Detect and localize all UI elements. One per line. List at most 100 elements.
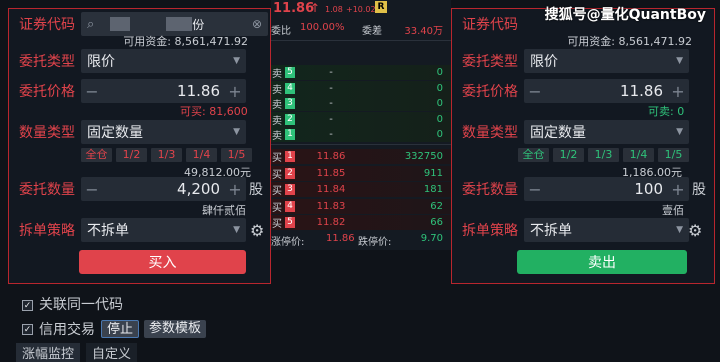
side-label: 买 [272,186,282,197]
split-value: 不拆单 [530,223,572,239]
order-type-value: 限价 [87,54,115,70]
buy-price[interactable]: 11.82 [301,217,361,228]
sell-level-row[interactable]: 卖5- 0 [271,65,451,80]
sell-level-row[interactable]: 卖4- 0 [271,80,451,96]
increase-price-button[interactable]: + [671,82,685,101]
fraction-half-button[interactable]: 1/2 [116,148,147,162]
qty-unit: 股 [692,182,706,198]
chevron-down-icon: ▼ [676,127,683,137]
price-stepper[interactable]: − 11.86 + [81,79,246,103]
sell-price[interactable]: - [301,114,361,125]
fraction-all-button[interactable]: 全仓 [518,148,549,162]
tab-custom[interactable]: 自定义 [86,343,138,362]
buy-level-row[interactable]: 买 5 11.82 66 [271,215,451,230]
increase-qty-button[interactable]: + [671,180,685,199]
limit-down-label: 跌停价: [358,237,392,248]
sell-level-row[interactable]: 卖3- 0 [271,96,451,111]
price-stepper[interactable]: − 11.86 + [524,79,689,103]
code-label: 证券代码 [19,17,75,33]
fraction-third-button[interactable]: 1/3 [588,148,619,162]
credit-option[interactable]: ✓ 信用交易 停止 参数模板 [22,319,207,339]
can-buy: 可买: 81,600 [180,105,248,118]
split-strategy-select[interactable]: 不拆单 ▼ [81,218,246,242]
decrease-price-button[interactable]: − [85,82,99,101]
order-type-select[interactable]: 限价 ▼ [524,49,689,73]
buy-volume: 62 [430,200,443,212]
side-label: 买 [272,169,282,181]
qty-unit: 股 [249,182,263,198]
buy-level-row[interactable]: 买 4 11.83 62 [271,198,451,214]
price-value[interactable]: 11.86 [99,82,228,100]
sell-price[interactable]: - [301,98,361,109]
fraction-fifth-button[interactable]: 1/5 [221,148,252,162]
tab-gain-monitor[interactable]: 涨幅监控 [16,343,81,362]
decrease-qty-button[interactable]: − [528,180,542,199]
fraction-buttons: 全仓 1/2 1/3 1/4 1/5 [518,148,689,162]
qty-value[interactable]: 4,200 [99,180,228,198]
available-funds: 可用资金: 8,561,471.92 [123,35,248,48]
qty-stepper[interactable]: − 4,200 + [81,177,246,201]
increase-qty-button[interactable]: + [228,180,242,199]
buy-price[interactable]: 11.86 [301,151,361,162]
checkbox-icon[interactable]: ✓ [22,323,33,335]
sell-price[interactable]: - [301,67,361,78]
gear-icon[interactable]: ⚙ [250,221,264,240]
qty-stepper[interactable]: − 100 + [524,177,689,201]
sell-button[interactable]: 卖出 [517,250,687,274]
order-type-select[interactable]: 限价 ▼ [81,49,246,73]
price-value[interactable]: 11.86 [542,82,671,100]
buy-volume: 911 [423,167,443,179]
fraction-fifth-button[interactable]: 1/5 [658,148,689,162]
buy-price[interactable]: 11.84 [301,184,361,195]
decrease-price-button[interactable]: − [528,82,542,101]
split-strategy-select[interactable]: 不拆单 ▼ [524,218,689,242]
qty-value[interactable]: 100 [542,180,671,198]
fraction-all-button[interactable]: 全仓 [81,148,112,162]
fraction-quarter-button[interactable]: 1/4 [186,148,217,162]
decrease-qty-button[interactable]: − [85,180,99,199]
code-label: 证券代码 [462,17,518,33]
up-arrow-icon: ↑ [310,1,321,15]
sell-level-row[interactable]: 卖2- 0 [271,111,451,127]
qty-type-label: 数量类型 [19,125,75,141]
buy-price[interactable]: 11.83 [301,201,361,212]
last-price: 11.86 [273,1,315,16]
price-label: 委托价格 [462,84,518,100]
sell-level-row[interactable]: 卖1- 0 [271,127,451,142]
buy-level-row[interactable]: 买 3 11.84 181 [271,182,451,197]
sell-price[interactable]: - [301,83,361,94]
stop-button[interactable]: 停止 [101,320,140,338]
param-template-button[interactable]: 参数模板 [144,320,207,338]
r-badge: R [375,1,387,13]
sell-price[interactable]: - [301,129,361,140]
level-badge: 2 [285,113,295,125]
gear-icon[interactable]: ⚙ [688,221,702,240]
qty-type-select[interactable]: 固定数量 ▼ [81,120,246,144]
qty-type-label: 数量类型 [462,125,518,141]
sell-volume: 0 [436,113,443,125]
buy-price[interactable]: 11.85 [301,168,361,179]
side-label: 买 [272,202,282,214]
chevron-down-icon: ▼ [676,225,683,235]
sell-volume: 0 [436,82,443,94]
side-label: 买 [272,219,282,230]
level-badge: 2 [285,167,295,179]
clear-icon[interactable]: ⊗ [252,17,262,31]
link-code-option[interactable]: ✓ 关联同一代码 [22,294,123,314]
price-change: 1.08 [325,5,343,14]
qty-type-select[interactable]: 固定数量 ▼ [524,120,689,144]
checkbox-icon[interactable]: ✓ [22,299,33,311]
increase-price-button[interactable]: + [228,82,242,101]
fraction-third-button[interactable]: 1/3 [151,148,182,162]
buy-button[interactable]: 买入 [79,250,246,274]
buy-level-row[interactable]: 买 1 11.86 332750 [271,149,451,164]
diff-label: 委差 [362,26,382,37]
fraction-half-button[interactable]: 1/2 [553,148,584,162]
stock-name-text: 份 [192,17,205,32]
fraction-quarter-button[interactable]: 1/4 [623,148,654,162]
watermark: 搜狐号@量化QuantBoy [544,7,706,23]
can-sell: 可卖: 0 [648,105,685,118]
credit-label: 信用交易 [39,322,95,338]
sell-volume: 0 [436,129,443,140]
buy-level-row[interactable]: 买 2 11.85 911 [271,165,451,181]
